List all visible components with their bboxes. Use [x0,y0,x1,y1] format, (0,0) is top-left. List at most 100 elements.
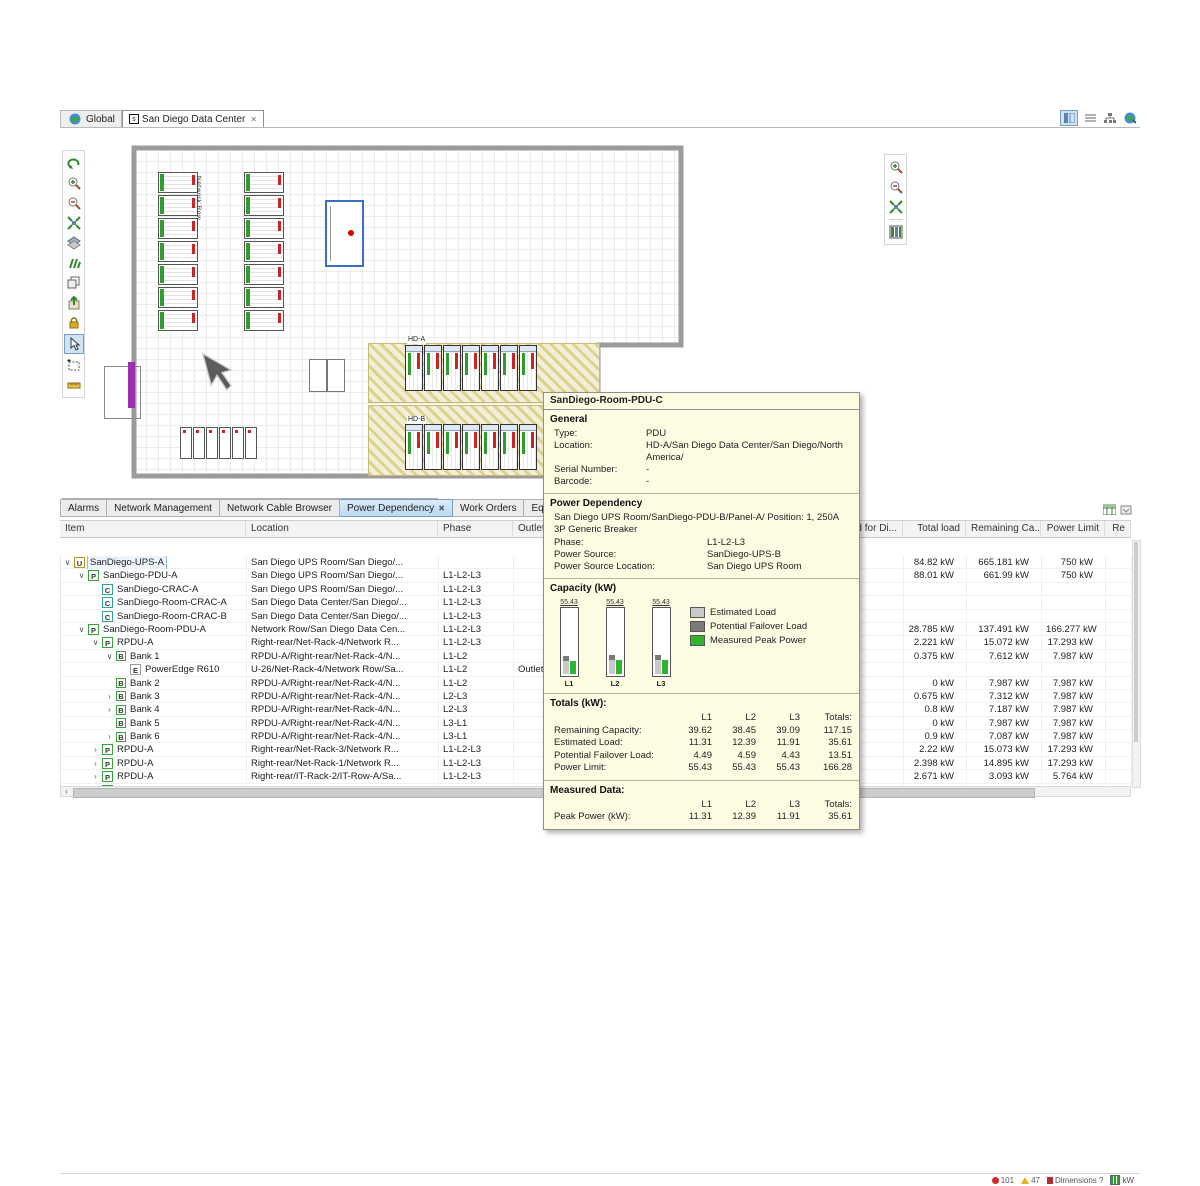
rack[interactable] [206,427,218,459]
status-bar: 10147Dimensions ?kW [60,1173,1140,1186]
rack[interactable] [158,241,198,262]
rack[interactable] [244,195,284,216]
rack[interactable] [245,427,257,459]
perspective-icon[interactable] [1060,110,1078,126]
marquee-icon[interactable] [65,356,83,374]
expander-collapsed-icon[interactable]: › [105,730,114,743]
rack[interactable] [158,195,198,216]
rack[interactable] [193,427,205,459]
close-icon[interactable]: ✖ [438,504,445,513]
rack[interactable] [424,424,442,470]
close-icon[interactable]: ✕ [250,115,257,124]
rack[interactable] [462,424,480,470]
rack[interactable] [232,427,244,459]
rack[interactable] [244,241,284,262]
column-header-8[interactable]: Re [1105,521,1131,537]
column-header-0[interactable]: Item [60,521,246,537]
rack[interactable] [158,264,198,285]
rack[interactable] [462,345,480,391]
ruler-icon[interactable] [65,376,83,394]
column-header-5[interactable]: Total load [903,521,966,537]
zoom-in-icon[interactable] [65,174,83,192]
rack[interactable] [219,427,231,459]
table-icon[interactable] [1103,502,1116,520]
expander-collapsed-icon[interactable]: › [91,743,100,756]
copy-icon[interactable] [65,274,83,292]
globe-icon[interactable] [1122,111,1138,125]
zoom-out-icon[interactable] [65,194,83,212]
rack[interactable] [244,287,284,308]
scrollbar-thumb[interactable] [1134,542,1138,742]
zoom-out-icon[interactable] [887,178,905,196]
south-rack-row[interactable] [180,427,257,459]
column-header-6[interactable]: Remaining Ca... [966,521,1041,537]
item-label: Bank 2 [128,677,162,690]
scroll-left-arrow[interactable]: ‹ [61,787,72,796]
layers-icon[interactable] [65,234,83,252]
expander-collapsed-icon[interactable]: › [91,770,100,783]
column-header-2[interactable]: Phase [438,521,513,537]
vertical-scrollbar[interactable] [1132,540,1141,788]
tab-san-diego-data-center[interactable]: s San Diego Data Center ✕ [122,110,264,127]
rack[interactable] [180,427,192,459]
panel-tab-power-dependency[interactable]: Power Dependency✖ [340,499,453,517]
hd-b-rack-row[interactable] [405,424,537,470]
rack[interactable] [500,424,518,470]
rack[interactable] [158,218,198,239]
rack[interactable] [244,172,284,193]
status-label: kW [1122,1176,1134,1185]
selected-device[interactable] [325,200,364,267]
fit-view-icon[interactable] [887,198,905,216]
tab-global[interactable]: Global [60,110,122,127]
rack[interactable] [158,287,198,308]
rack[interactable] [158,310,198,331]
expander-expanded-icon[interactable]: ∨ [91,636,100,649]
undo-icon[interactable] [65,154,83,172]
location-cell: RPDU-A/Right-rear/Net-Rack-4/N... [247,717,439,730]
rack[interactable] [519,424,537,470]
column-header-7[interactable]: Power Limit [1041,521,1105,537]
network-rack-column-a[interactable] [158,172,198,331]
panel-tab-network-cable-browser[interactable]: Network Cable Browser [220,499,340,517]
detach-icon[interactable] [1120,502,1132,520]
select-cursor-icon[interactable] [64,334,84,354]
data-row: Potential Failover Load:4.494.594.4313.5… [554,750,849,763]
rack[interactable] [244,218,284,239]
expander-collapsed-icon[interactable]: › [105,703,114,716]
rack[interactable] [481,345,499,391]
rack[interactable] [244,264,284,285]
export-icon[interactable] [65,294,83,312]
panel-tab-work-orders[interactable]: Work Orders [453,499,525,517]
row-value: 166.28 [800,762,852,775]
rack[interactable] [519,345,537,391]
expander-expanded-icon[interactable]: ∨ [77,623,86,636]
expander-collapsed-icon[interactable]: › [105,690,114,703]
rack[interactable] [405,424,423,470]
row-label: Remaining Capacity: [554,725,672,738]
rack[interactable] [443,424,461,470]
zoom-in-icon[interactable] [887,158,905,176]
rack[interactable] [443,345,461,391]
column-header-1[interactable]: Location [246,521,438,537]
expander-expanded-icon[interactable]: ∨ [77,569,86,582]
expander-collapsed-icon[interactable]: › [91,757,100,770]
tree-icon[interactable] [1102,111,1118,125]
panel-tab-network-management[interactable]: Network Management [107,499,220,517]
rack[interactable] [500,345,518,391]
rack[interactable] [424,345,442,391]
list-icon[interactable] [1082,111,1098,125]
rack-view-icon[interactable] [887,223,905,241]
measure-icon[interactable] [65,254,83,272]
rack[interactable] [158,172,198,193]
rack[interactable] [481,424,499,470]
rack[interactable] [244,310,284,331]
panel-tab-alarms[interactable]: Alarms [60,499,107,517]
expander-expanded-icon[interactable]: ∨ [105,650,114,663]
hd-a-rack-row[interactable] [405,345,537,391]
expander-expanded-icon[interactable]: ∨ [63,556,72,569]
network-rack-column-b[interactable] [244,172,284,331]
lock-icon[interactable] [65,314,83,332]
fit-view-icon[interactable] [65,214,83,232]
rack[interactable] [405,345,423,391]
device-type-icon-C: C [102,597,113,608]
